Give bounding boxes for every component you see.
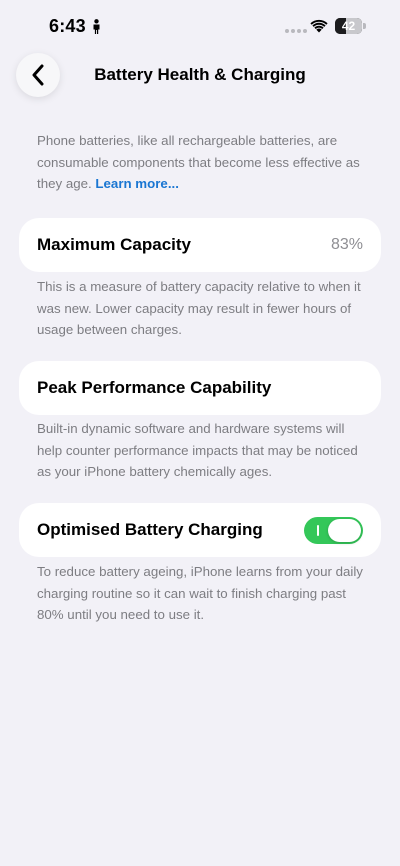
optimised-charging-description: To reduce battery ageing, iPhone learns … [37,564,363,622]
maximum-capacity-description: This is a measure of battery capacity re… [37,279,361,337]
person-icon [93,19,100,34]
toggle-knob [328,518,361,542]
maximum-capacity-value: 83% [330,236,363,253]
battery-body: 42 [335,18,362,34]
optimised-charging-label: Optimised Battery Charging [37,520,263,539]
status-time: 6:43 [49,16,86,36]
peak-performance-label: Peak Performance Capability [37,378,272,397]
learn-more-link[interactable]: Learn more... [95,176,179,191]
toggle-on-indicator [317,524,319,536]
optimised-charging-toggle[interactable] [304,516,363,544]
maximum-capacity-label: Maximum Capacity [37,235,191,254]
wifi-icon [310,19,328,33]
optimised-charging-row: Optimised Battery Charging [19,503,381,557]
maximum-capacity-row: Maximum Capacity 83% [19,218,381,272]
peak-performance-row: Peak Performance Capability [19,361,381,415]
status-bar: 6:43 42 [0,0,400,52]
page-title: Battery Health & Charging [94,65,306,84]
intro-text: Phone batteries, like all rechargeable b… [37,133,360,191]
battery-level-text: 42 [341,19,356,33]
battery-icon: 42 [335,18,366,34]
battery-health-screen: 6:43 42 Battery Health & Charging Phone … [0,0,400,866]
intro-description: Phone batteries, like all rechargeable b… [37,130,367,195]
cellular-signal-icon [285,29,307,33]
battery-tip [363,23,366,29]
peak-performance-description: Built-in dynamic software and hardware s… [37,421,358,479]
